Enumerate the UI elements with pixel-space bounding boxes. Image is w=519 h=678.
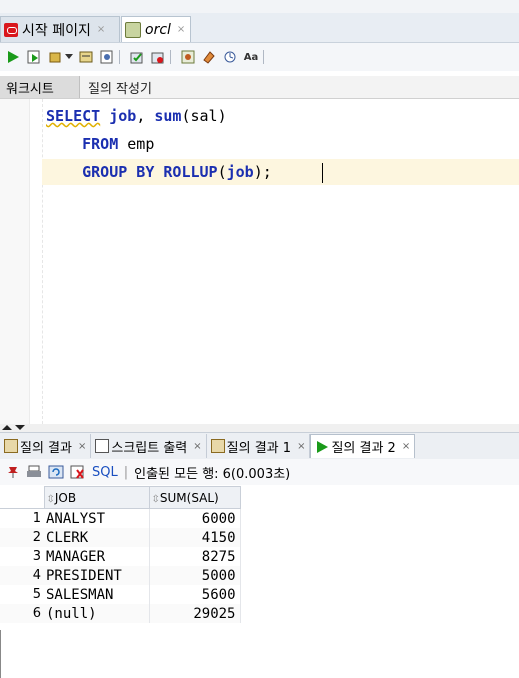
row-number: 3 [0,547,44,566]
row-number: 4 [0,566,44,585]
close-icon[interactable]: × [177,24,185,35]
cell-sum-sal[interactable]: 5600 [149,585,241,604]
row-number: 2 [0,528,44,547]
column-label: SUM(SAL) [159,490,219,505]
tab-orcl[interactable]: orcl × [121,16,191,42]
row-number: 6 [0,604,44,623]
grid-result-icon [4,439,18,453]
text-caret [322,163,323,183]
fetch-status: 인출된 모든 행: 6(0.003초) [134,466,291,482]
row-number: 5 [0,585,44,604]
tab-label: 질의 결과 [20,440,72,456]
cell-job[interactable]: CLERK [44,528,150,547]
table-row[interactable]: 5 SALESMAN 5600 [0,585,241,604]
tab-query-result[interactable]: 질의 결과 × [0,434,92,458]
commit-icon[interactable] [47,49,63,65]
grid-result-icon [210,439,225,453]
close-icon[interactable]: × [402,441,410,452]
sql-history-icon[interactable] [222,49,238,65]
column-label: JOB [54,490,77,505]
collapse-arrows-icon[interactable] [2,424,32,432]
result-tabs: 질의 결과 × 스크립트 출력 × 질의 결과 1 × 질의 결과 2 × [0,432,519,460]
tab-query-result-1[interactable]: 질의 결과 1 × [207,434,311,458]
eraser-icon[interactable] [201,49,217,65]
run-statement-icon [317,440,329,453]
cell-sum-sal[interactable]: 5000 [149,566,241,585]
cell-job[interactable]: ANALYST [44,508,150,528]
row-number: 1 [0,508,44,528]
autotrace-icon[interactable] [99,49,115,65]
tab-start-page[interactable]: 시작 페이지 × [0,16,120,42]
tab-label: 시작 페이지 [22,22,91,39]
explain-plan-icon[interactable] [78,49,94,65]
cell-sum-sal[interactable]: 29025 [149,604,241,623]
table-row[interactable]: 3 MANAGER 8275 [0,547,241,566]
table-row[interactable]: 1 ANALYST 6000 [0,508,241,528]
sql-editor[interactable]: SELECT job, sum(sal) FROM emp GROUP BY R… [0,99,519,424]
close-icon[interactable]: × [297,441,305,452]
document-tab-strip: 시작 페이지 × orcl × [0,0,519,43]
cell-sum-sal[interactable]: 6000 [149,508,241,528]
tab-worksheet[interactable]: 워크시트 [0,76,80,98]
close-icon[interactable]: × [97,24,105,35]
tab-script-output[interactable]: 스크립트 출력 × [91,434,207,458]
run-script-icon[interactable] [26,49,42,65]
oracle-icon [4,22,18,37]
column-header-sum-sal[interactable]: ⇳SUM(SAL) [148,486,241,509]
cell-sum-sal[interactable]: 4150 [149,528,241,547]
script-output-icon [95,439,110,453]
refresh-icon[interactable] [48,465,64,479]
cell-job[interactable]: SALESMAN [44,585,150,604]
code-line-1: SELECT job, sum(sal) [46,107,227,125]
worksheet-toolbar: Aa [0,43,519,71]
sql-link[interactable]: SQL [92,465,118,480]
to-upper-lower-icon[interactable]: Aa [243,49,259,65]
sql-tuning-icon[interactable] [180,49,196,65]
cell-job[interactable]: MANAGER [44,547,150,566]
tab-label: 질의 결과 2 [331,441,396,456]
panel-splitter[interactable] [0,424,519,432]
toolbar-separator [263,50,264,64]
result-toolbar: SQL | 인출된 모든 행: 6(0.003초) [0,459,519,485]
line-gutter [0,99,30,424]
rollback-icon[interactable] [150,49,166,65]
close-icon[interactable]: × [193,441,201,452]
toolbar-separator [119,50,120,64]
result-grid: ⇳JOB ⇳SUM(SAL) 1 ANALYST 6000 2 CLERK 41… [0,486,519,623]
code-line-3: GROUP BY ROLLUP(job); [82,163,272,181]
toolbar-separator [170,50,171,64]
tab-query-result-2[interactable]: 질의 결과 2 × [310,434,416,458]
fold-margin [34,99,43,424]
cell-sum-sal[interactable]: 8275 [149,547,241,566]
sort-icon: ⇳ [46,493,55,505]
table-row[interactable]: 2 CLERK 4150 [0,528,241,547]
run-statement-icon[interactable] [5,49,21,65]
commit-transaction-icon[interactable] [129,49,145,65]
database-connection-icon [125,21,141,38]
row-number-header [0,486,44,509]
result-table: ⇳JOB ⇳SUM(SAL) 1 ANALYST 6000 2 CLERK 41… [0,486,241,623]
cell-job[interactable]: (null) [44,604,150,623]
toolbar-separator: | [123,464,129,480]
sort-icon: ⇳ [151,493,160,505]
tab-label: 스크립트 출력 [111,440,188,456]
tab-label: orcl [145,21,171,38]
table-row[interactable]: 6 (null) 29025 [0,604,241,623]
cancel-sql-icon[interactable] [70,465,86,479]
cell-job[interactable]: PRESIDENT [44,566,150,585]
grid-left-border [0,630,1,678]
tab-query-builder[interactable]: 질의 작성기 [84,76,152,98]
code-line-2: FROM emp [82,135,155,153]
pin-icon[interactable] [6,465,20,479]
column-header-job[interactable]: ⇳JOB [43,486,150,509]
print-icon[interactable] [26,465,42,479]
chevron-down-icon[interactable] [65,49,73,65]
tab-label: 질의 결과 1 [226,440,292,456]
close-icon[interactable]: × [78,441,86,452]
worksheet-tabs: 워크시트 질의 작성기 [0,76,519,99]
table-row[interactable]: 4 PRESIDENT 5000 [0,566,241,585]
